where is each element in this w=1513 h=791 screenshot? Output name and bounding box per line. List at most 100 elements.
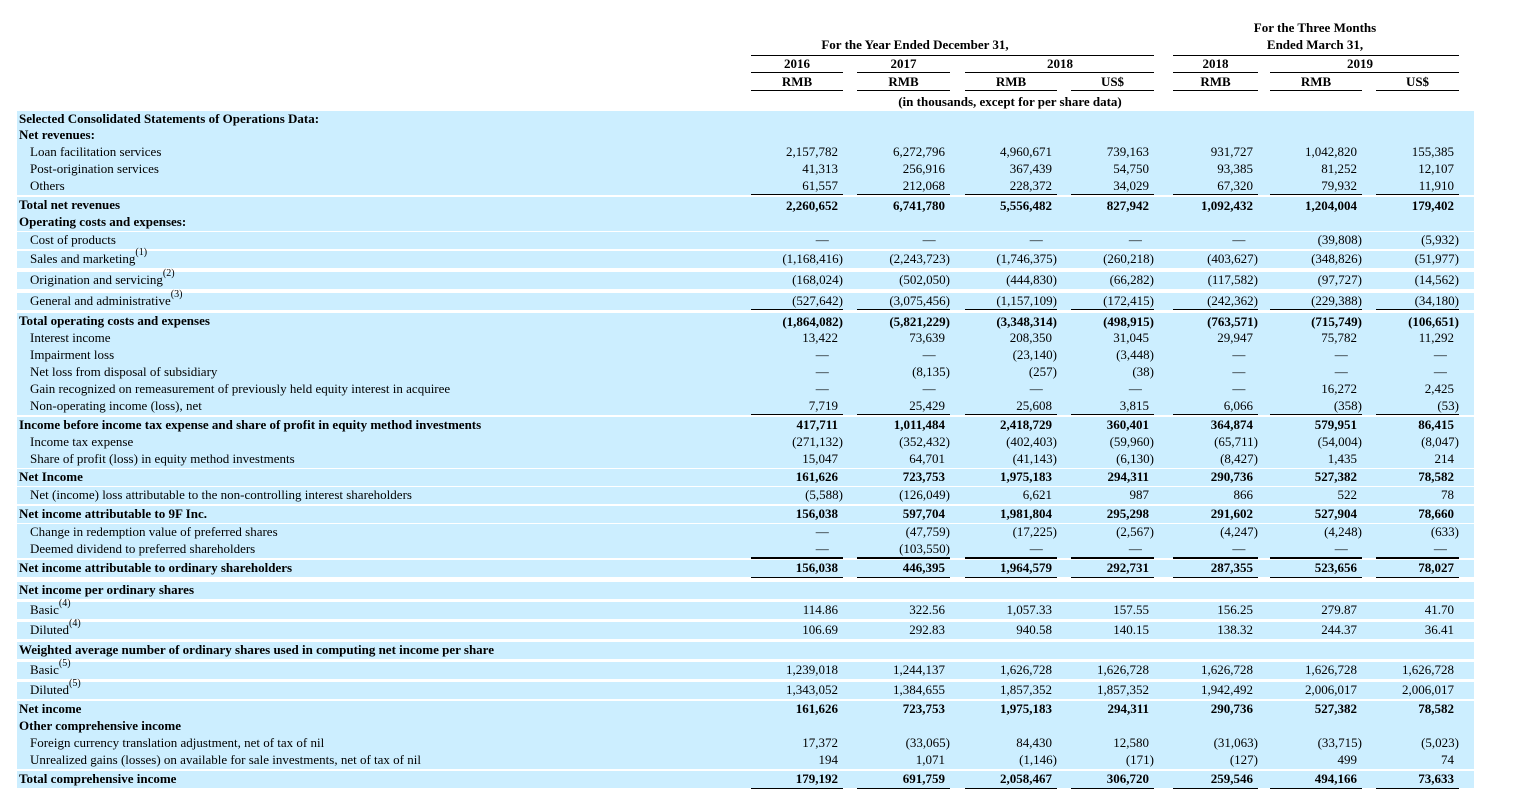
row-label: Basic(4) xyxy=(30,599,71,618)
table-cell: 208,350 xyxy=(1009,330,1052,345)
subtotal-rule xyxy=(1173,309,1258,310)
table-cell: 1,435 xyxy=(1327,451,1357,466)
table-cell: 527,382 xyxy=(1314,469,1357,484)
subtotal-rule xyxy=(751,194,843,195)
total-double-rule xyxy=(1270,788,1362,789)
row-label-text: Sales and marketing xyxy=(30,251,136,266)
table-cell: (127) xyxy=(1229,752,1258,767)
table-cell: (8,047) xyxy=(1421,434,1459,449)
total-double-rule xyxy=(965,788,1057,789)
row-label-text: Share of profit (loss) in equity method … xyxy=(30,451,295,466)
table-cell: (14,562) xyxy=(1414,272,1459,287)
table-cell: 1,964,579 xyxy=(1000,560,1052,575)
row-label: Net income attributable to 9F Inc. xyxy=(19,506,207,522)
table-cell: (38) xyxy=(1132,364,1154,379)
footnote-marker: (3) xyxy=(170,289,183,300)
total-double-rule xyxy=(1071,577,1154,578)
table-cell: 259,546 xyxy=(1210,771,1253,786)
table-cell: 2,006,017 xyxy=(1305,682,1357,697)
table-cell: 579,951 xyxy=(1314,417,1357,432)
table-cell: 64,701 xyxy=(909,451,945,466)
table-cell: (2,567) xyxy=(1116,524,1154,539)
table-cell: (5,588) xyxy=(805,487,843,502)
table-cell: 81,252 xyxy=(1321,161,1357,176)
table-cell: 527,904 xyxy=(1314,506,1357,521)
table-cell: (39,808) xyxy=(1317,232,1362,247)
row-label: Loan facilitation services xyxy=(30,144,161,160)
table-cell: 212,068 xyxy=(902,178,945,193)
subtotal-rule xyxy=(1376,309,1459,310)
total-double-rule xyxy=(965,577,1057,578)
quarter-group-header-line1: For the Three Months xyxy=(1253,20,1377,35)
row-label-text: Diluted xyxy=(30,622,69,637)
table-cell: 417,711 xyxy=(796,417,838,432)
table-cell: — xyxy=(815,524,829,539)
total-double-rule xyxy=(1071,788,1154,789)
table-cell: 1,626,728 xyxy=(1097,662,1149,677)
row-shading-bar xyxy=(17,771,1474,788)
row-label-text: Selected Consolidated Statements of Oper… xyxy=(19,111,320,126)
row-label: Change in redemption value of preferred … xyxy=(30,524,278,540)
row-label: Income before income tax expense and sha… xyxy=(19,417,481,433)
total-double-rule xyxy=(1173,577,1258,578)
row-label-text: Net income attributable to ordinary shar… xyxy=(19,560,293,575)
table-cell: 1,011,484 xyxy=(893,417,945,432)
table-cell: (41,143) xyxy=(1012,451,1057,466)
table-cell: 156.25 xyxy=(1217,602,1253,617)
table-cell: 78,582 xyxy=(1418,469,1454,484)
table-cell: 67,320 xyxy=(1217,178,1253,193)
table-cell: 155,385 xyxy=(1411,144,1454,159)
table-cell: (31,063) xyxy=(1213,735,1258,750)
table-cell: 1,626,728 xyxy=(1402,662,1454,677)
table-cell: 1,626,728 xyxy=(1305,662,1357,677)
table-cell: (352,432) xyxy=(899,434,950,449)
table-cell: 106.69 xyxy=(802,622,838,637)
table-cell: 1,092,432 xyxy=(1201,198,1253,213)
table-cell: 16,272 xyxy=(1321,381,1357,396)
table-cell: 494,166 xyxy=(1314,771,1357,786)
total-top-rule xyxy=(1376,558,1459,559)
table-cell: — xyxy=(922,232,936,247)
table-cell: 34,029 xyxy=(1113,178,1149,193)
row-shading-bar xyxy=(17,718,1474,735)
subtotal-rule xyxy=(965,309,1057,310)
footnote-marker: (2) xyxy=(162,268,175,279)
table-cell: (527,642) xyxy=(792,293,843,308)
table-cell: 291,602 xyxy=(1210,506,1253,521)
column-currency-rule-6 xyxy=(1376,90,1459,91)
table-cell: — xyxy=(1232,347,1246,362)
subtotal-rule xyxy=(751,309,843,310)
table-cell: 1,042,820 xyxy=(1305,144,1357,159)
table-cell: 79,932 xyxy=(1321,178,1357,193)
table-cell: 292.83 xyxy=(909,622,945,637)
table-cell: 1,071 xyxy=(915,752,945,767)
table-cell: — xyxy=(1232,232,1246,247)
table-cell: — xyxy=(1128,541,1142,556)
table-cell: 1,057.33 xyxy=(1006,602,1053,617)
table-cell: 446,395 xyxy=(902,560,945,575)
table-cell: 1,975,183 xyxy=(1000,469,1052,484)
table-cell: — xyxy=(1433,364,1447,379)
row-shading-bar xyxy=(17,214,1474,231)
row-label-text: Weighted average number of ordinary shar… xyxy=(19,642,494,657)
row-label-text: Operating costs and expenses: xyxy=(19,214,187,229)
table-cell: 827,942 xyxy=(1106,198,1149,213)
table-cell: 523,656 xyxy=(1314,560,1357,575)
table-cell: (97,727) xyxy=(1317,272,1362,287)
table-cell: 13,422 xyxy=(802,330,838,345)
row-label-text: Cost of products xyxy=(30,232,116,247)
table-cell: 2,260,652 xyxy=(786,198,838,213)
subtotal-rule xyxy=(857,309,950,310)
table-cell: — xyxy=(815,232,829,247)
row-label-text: Foreign currency translation adjustment,… xyxy=(30,735,325,750)
table-cell: 156,038 xyxy=(795,506,838,521)
column-currency-rule-2 xyxy=(965,90,1057,91)
table-cell: 75,782 xyxy=(1321,330,1357,345)
subtotal-rule xyxy=(1071,414,1154,415)
table-cell: — xyxy=(1232,541,1246,556)
table-cell: 940.58 xyxy=(1016,622,1052,637)
quarter-2019-rule xyxy=(1270,72,1459,73)
table-cell: (126,049) xyxy=(899,487,950,502)
table-cell: 78 xyxy=(1441,487,1454,502)
row-label-text: Gain recognized on remeasurement of prev… xyxy=(30,381,451,396)
